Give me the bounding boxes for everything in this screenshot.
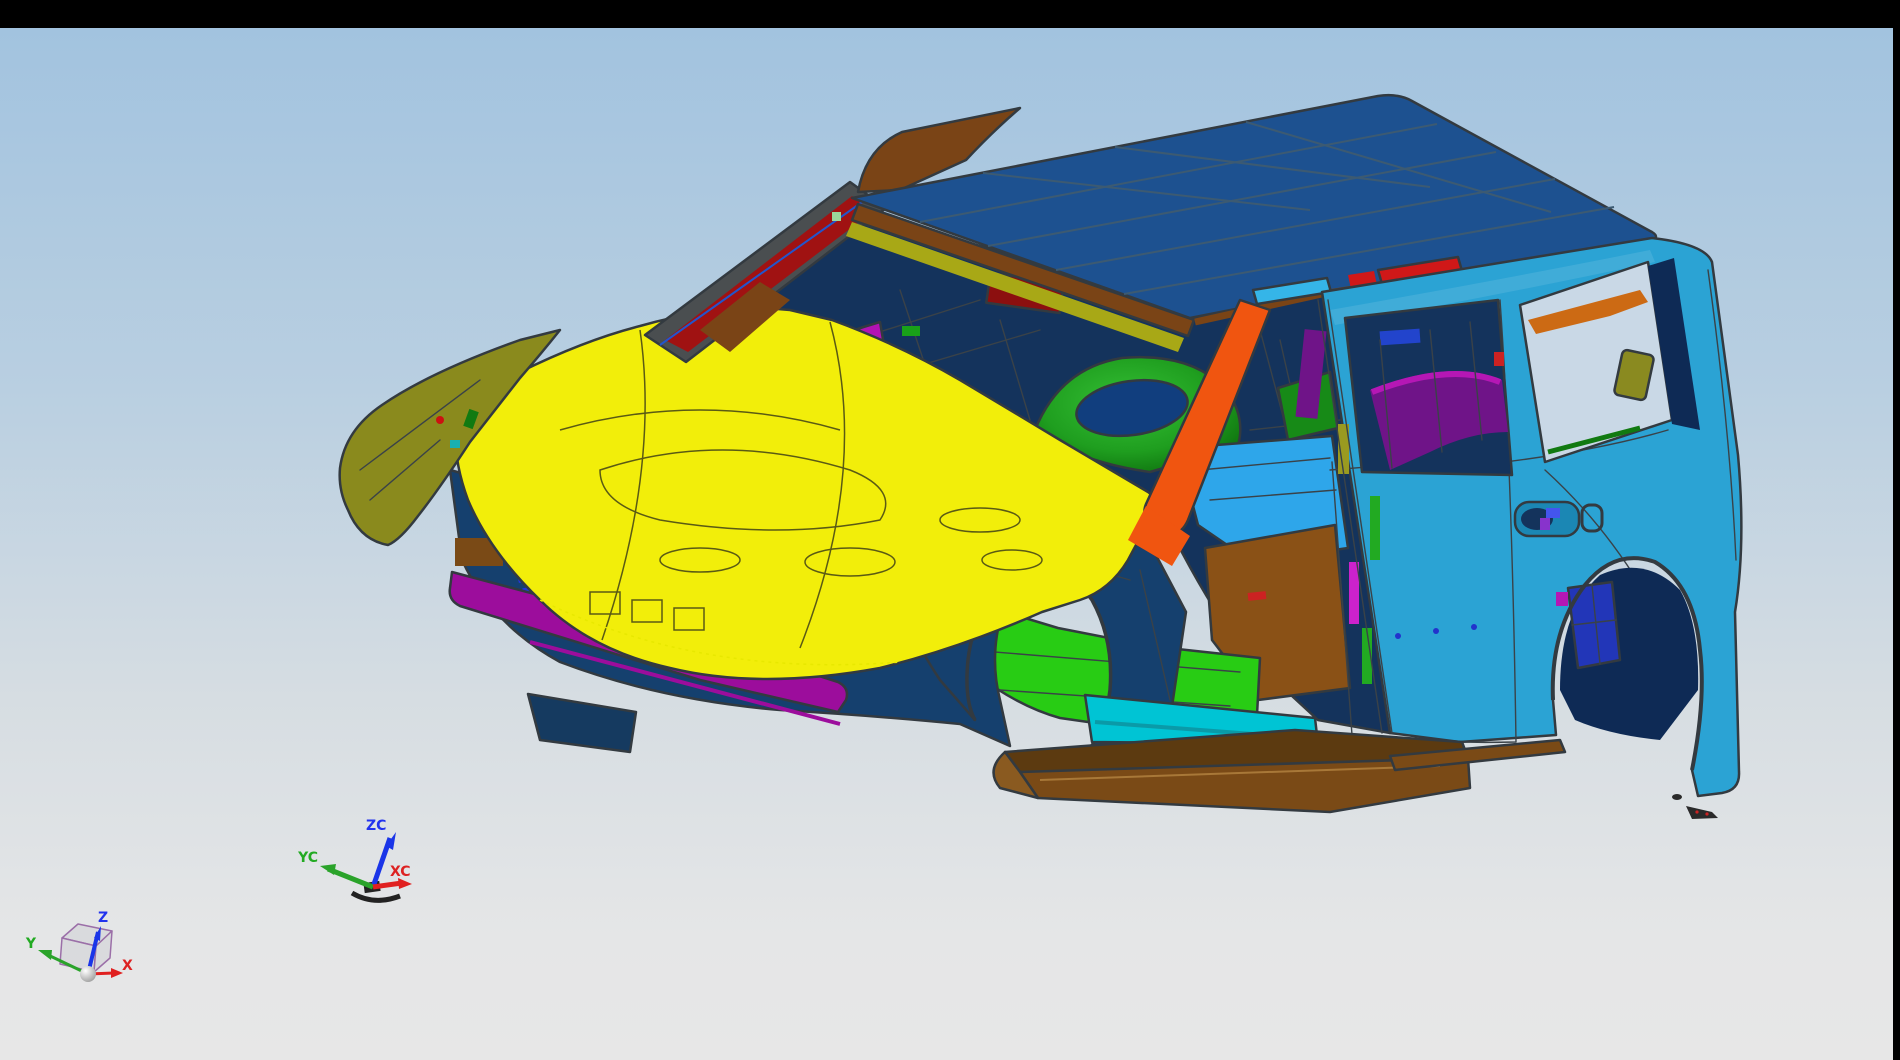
wcs-x-label: XC [390,864,411,880]
tow-bracket-navy[interactable] [528,694,636,752]
wcs-y-axis[interactable] [320,864,373,887]
wcs-origin-handle[interactable] [352,893,400,900]
view-x-label: X [122,958,133,974]
window-red-chip [1494,352,1504,366]
arch-magenta-chip [1556,592,1568,606]
pillar-green-chip [832,212,841,221]
interior-green-chip [902,326,920,336]
car-body-model[interactable] [340,95,1742,819]
running-board[interactable] [994,730,1470,812]
window-blue-chip [1380,329,1421,346]
app-frame: ZC YC XC Z Y [0,0,1900,1060]
view-triad: Z Y X [25,910,133,982]
scene-canvas: ZC YC XC Z Y [0,0,1900,1060]
loose-parts-debris[interactable] [1672,794,1718,819]
view-origin-sphere [80,966,96,982]
view-z-label: Z [98,910,108,926]
wcs-triad[interactable]: ZC YC XC [297,818,412,900]
view-y-label: Y [25,936,37,952]
wcs-z-label: ZC [366,818,386,834]
wcs-y-label: YC [297,850,318,866]
